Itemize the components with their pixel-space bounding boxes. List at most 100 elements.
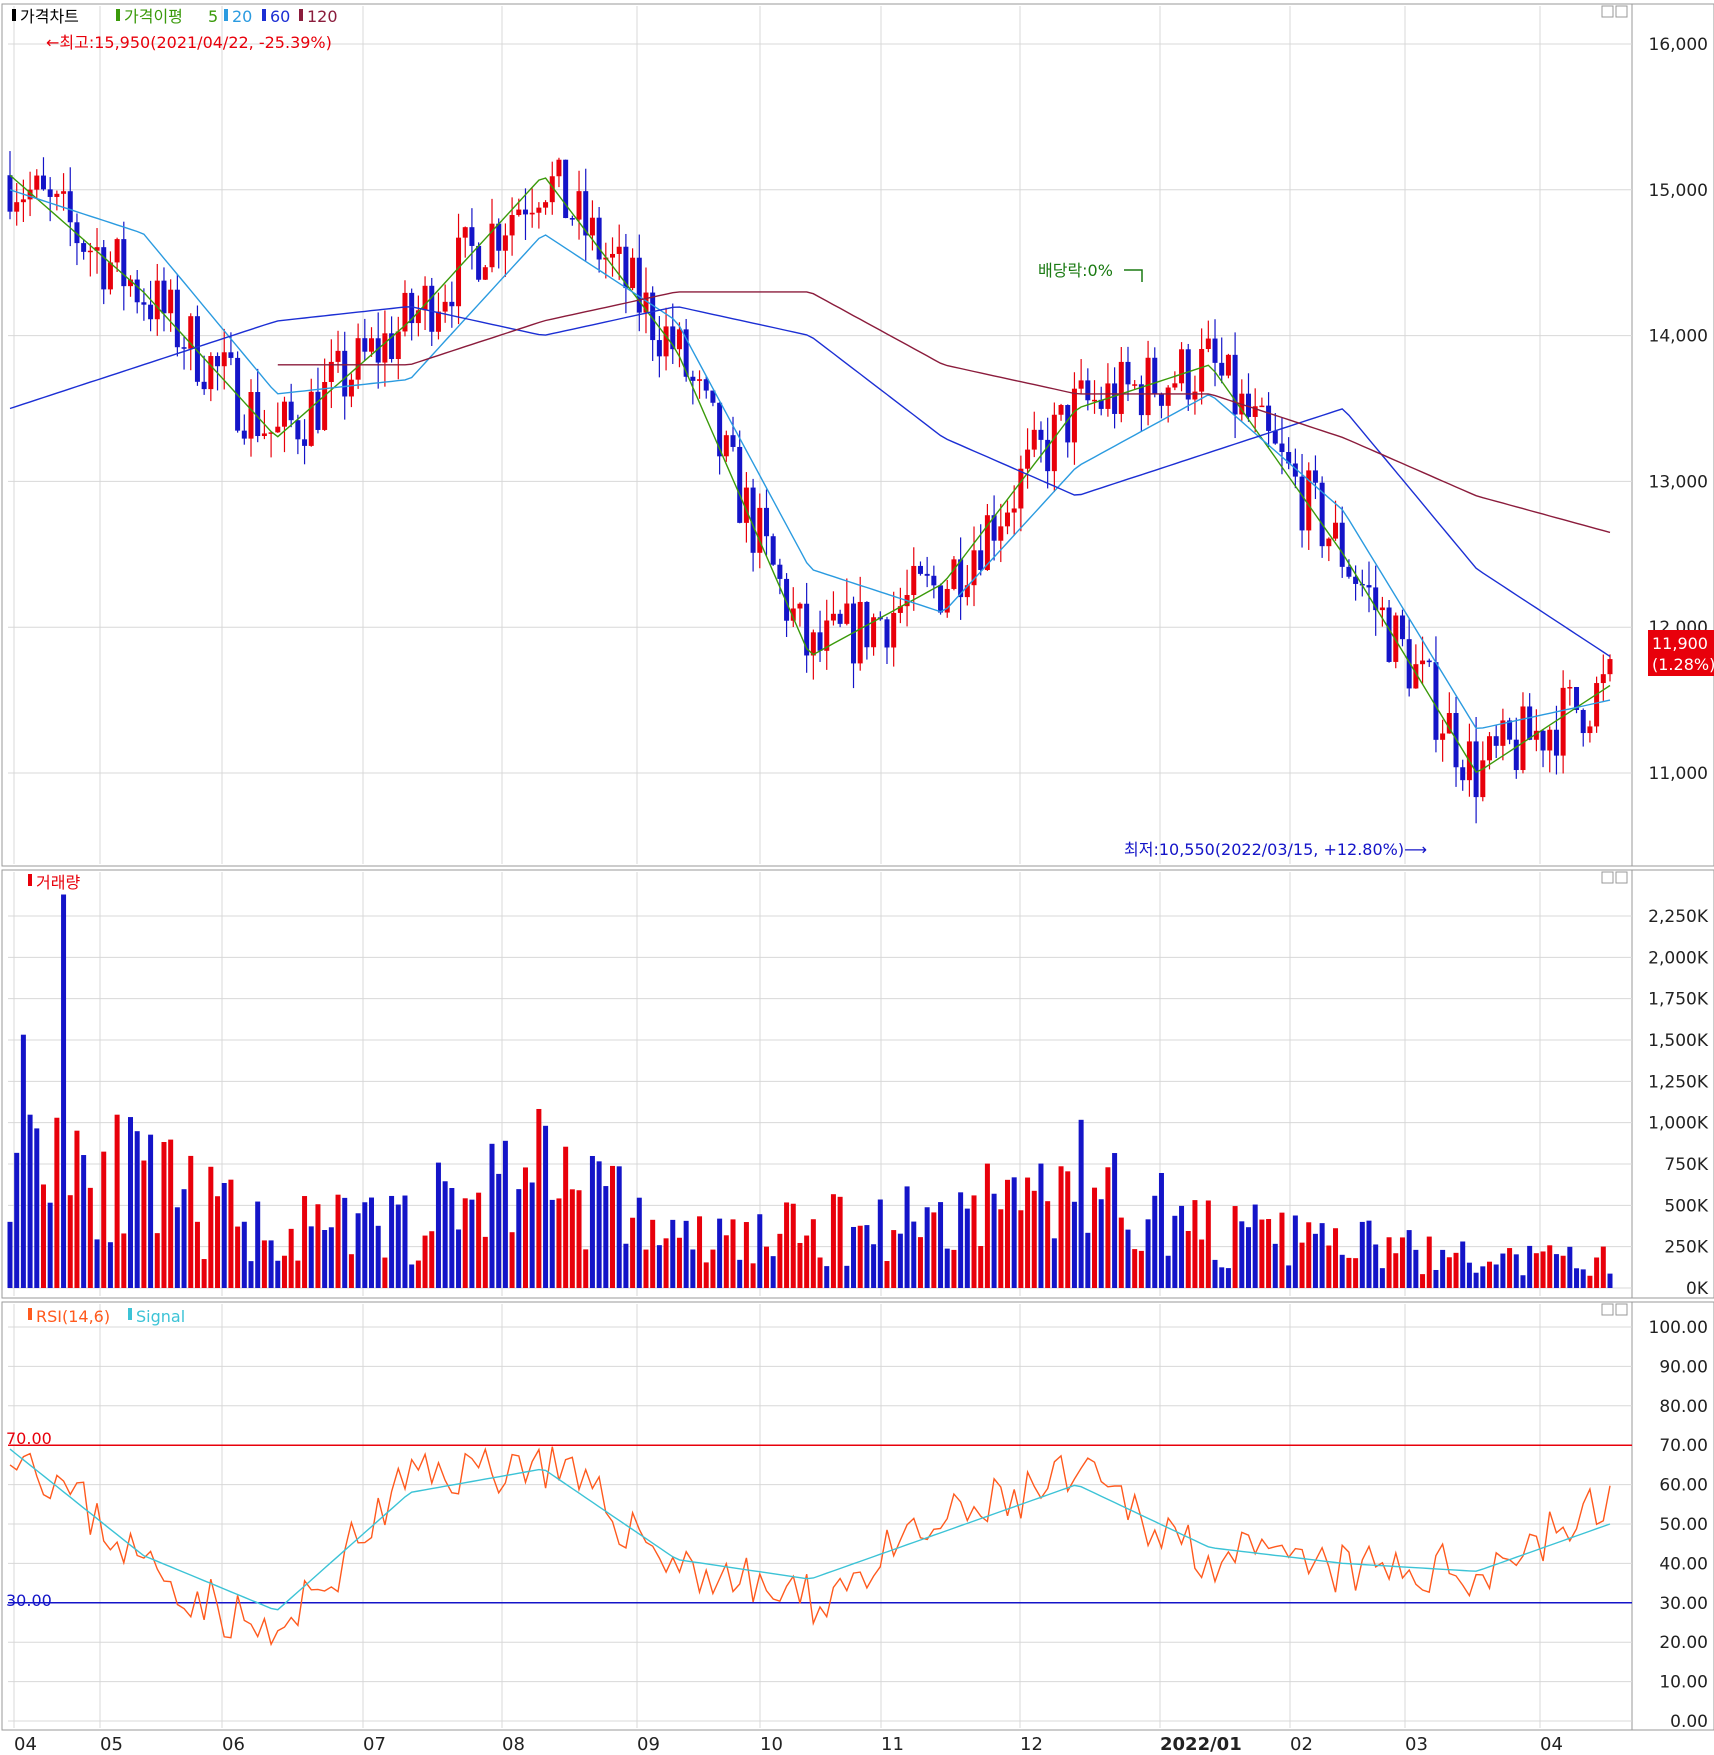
candle-body <box>857 601 863 664</box>
candle-body <box>1058 405 1064 415</box>
volume-bar <box>1433 1269 1439 1288</box>
candle-body <box>442 301 448 312</box>
candle-body <box>1132 384 1138 386</box>
candle-body <box>369 338 375 352</box>
volume-bar <box>476 1192 482 1288</box>
candle-body <box>476 245 482 280</box>
volume-panel-minimize-button[interactable] <box>1601 871 1614 884</box>
candle-body <box>502 235 508 251</box>
candle-body <box>924 573 930 576</box>
candle-body <box>810 632 816 656</box>
volume-bar <box>958 1192 964 1288</box>
volume-bar <box>1440 1249 1446 1288</box>
candle-body <box>1346 566 1352 577</box>
candle-body <box>1507 720 1513 740</box>
volume-bar <box>328 1227 334 1288</box>
volume-bar <box>730 1219 736 1288</box>
volume-bar <box>241 1221 247 1288</box>
volume-bar <box>784 1202 790 1288</box>
volume-tick-label: 1,500K <box>1648 1031 1709 1051</box>
volume-bar <box>1399 1237 1405 1288</box>
volume-bar <box>924 1207 930 1288</box>
price-panel-minimize-button[interactable] <box>1601 5 1614 18</box>
volume-bar <box>810 1219 816 1288</box>
volume-tick-label: 1,750K <box>1648 990 1709 1010</box>
candle-body <box>1152 357 1158 395</box>
candle-body <box>61 191 67 194</box>
volume-bar <box>1071 1201 1077 1288</box>
volume-bar <box>1259 1219 1265 1288</box>
candle-body <box>1480 760 1486 798</box>
candle-body <box>308 391 314 446</box>
volume-bar <box>87 1187 93 1288</box>
candle-body <box>576 191 582 220</box>
x-axis-label: 09 <box>637 1734 660 1755</box>
volume-bar <box>335 1194 341 1288</box>
candle-body <box>47 189 53 197</box>
candle-body <box>690 376 696 381</box>
volume-bar <box>1480 1266 1486 1288</box>
volume-bar <box>589 1155 595 1288</box>
x-axis-label: 04 <box>1540 1734 1563 1755</box>
volume-bar <box>496 1173 502 1288</box>
candle-body <box>1547 729 1553 751</box>
volume-bar <box>348 1254 354 1288</box>
candle-body <box>830 613 836 621</box>
volume-bar <box>168 1139 174 1288</box>
candle-body <box>496 223 502 251</box>
volume-bar <box>54 1117 60 1288</box>
volume-bar <box>107 1242 113 1288</box>
candle-body <box>288 401 294 421</box>
rsi-lower-label: 30.00 <box>6 1591 52 1610</box>
candle-body <box>1225 354 1231 376</box>
volume-bar <box>944 1248 950 1288</box>
candle-body <box>1092 399 1098 402</box>
candle-body <box>931 575 937 586</box>
candle-body <box>616 246 622 254</box>
volume-bar <box>1420 1274 1426 1288</box>
volume-bar <box>723 1235 729 1288</box>
volume-bar <box>1600 1246 1606 1288</box>
signal-legend-title: Signal <box>136 1307 185 1326</box>
candle-body <box>656 340 662 357</box>
volume-bar <box>1299 1242 1305 1288</box>
volume-bar <box>1353 1258 1359 1288</box>
rsi-legend-title: RSI(14,6) <box>36 1307 110 1326</box>
volume-bar <box>261 1240 267 1288</box>
candle-body <box>1420 660 1426 665</box>
volume-panel-close-button[interactable] <box>1615 871 1628 884</box>
rsi-tick-label: 50.00 <box>1659 1515 1708 1535</box>
volume-bar <box>623 1243 629 1288</box>
volume-bar <box>596 1161 602 1288</box>
volume-bar <box>221 1183 227 1288</box>
volume-bar <box>1192 1200 1198 1288</box>
candle-body <box>1266 405 1272 431</box>
candle-body <box>1299 476 1305 531</box>
volume-bar <box>1527 1245 1533 1288</box>
volume-bar <box>1018 1210 1024 1288</box>
x-axis-label: 05 <box>100 1734 123 1755</box>
volume-bar <box>429 1231 435 1288</box>
candle-body <box>1192 391 1198 400</box>
candle-body <box>1199 348 1205 392</box>
candle-body <box>1433 662 1439 740</box>
x-axis-label: 04 <box>14 1734 37 1755</box>
candle-body <box>837 613 843 624</box>
candle-body <box>1219 362 1225 376</box>
volume-bar <box>1031 1190 1037 1288</box>
rsi-panel-close-button[interactable] <box>1615 1303 1628 1316</box>
volume-bar <box>1045 1201 1051 1288</box>
candle-body <box>1520 706 1526 771</box>
rsi-panel-minimize-button[interactable] <box>1601 1303 1614 1316</box>
candle-body <box>563 159 569 219</box>
candle-body <box>335 350 341 362</box>
volume-bar <box>1547 1245 1553 1288</box>
volume-bar <box>369 1197 375 1288</box>
volume-bar <box>697 1216 703 1288</box>
volume-bar <box>1279 1212 1285 1288</box>
candle-body <box>596 217 602 260</box>
candle-body <box>1038 429 1044 440</box>
volume-bar <box>964 1208 970 1288</box>
price-panel-close-button[interactable] <box>1615 5 1628 18</box>
candle-body <box>101 247 107 290</box>
